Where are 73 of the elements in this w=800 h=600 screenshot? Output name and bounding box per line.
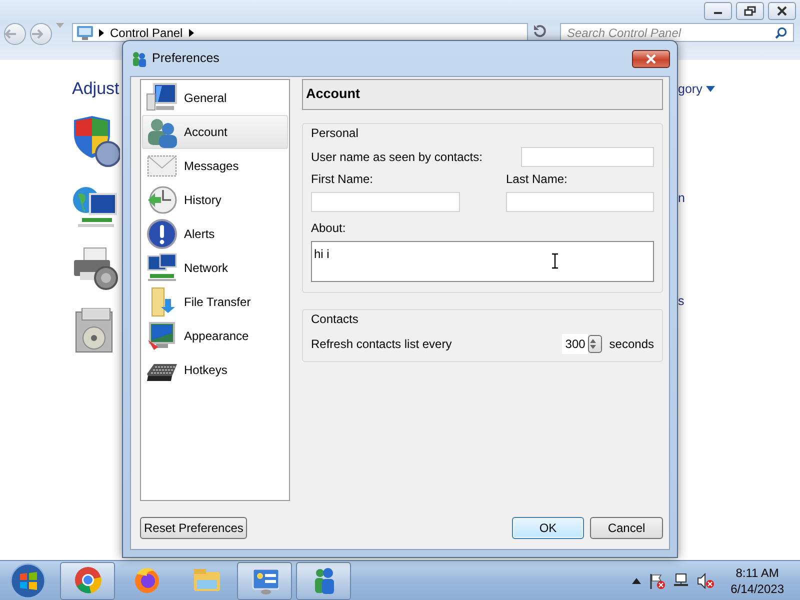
chevron-up-icon — [632, 578, 641, 584]
number-field[interactable]: 300 — [562, 334, 588, 354]
forward-button[interactable] — [30, 23, 52, 45]
up-down-arrows-icon — [589, 338, 598, 350]
clock-date: 6/14/2023 — [730, 580, 784, 596]
forward-arrow-icon — [31, 29, 43, 39]
field-label: About: — [311, 220, 347, 237]
unit-label: seconds — [609, 336, 654, 353]
text-field[interactable] — [311, 192, 460, 212]
shield-icon — [72, 116, 120, 168]
field-label: First Name: — [311, 171, 374, 188]
dropdown-arrow-icon — [56, 23, 64, 29]
link-text[interactable]: n — [678, 188, 716, 208]
text-field[interactable] — [521, 147, 654, 167]
search-icon — [775, 26, 787, 38]
taskbar-app-button[interactable] — [237, 562, 292, 600]
field-label: User name as seen by contacts: — [311, 149, 482, 166]
category-item[interactable]: Appearance — [142, 319, 288, 353]
close-icon — [777, 6, 787, 16]
breadcrumb-arrow-icon — [188, 28, 194, 36]
back-arrow-icon — [5, 29, 17, 39]
people-icon — [132, 50, 146, 66]
field-label: Refresh contacts list every — [311, 336, 453, 353]
close-icon — [646, 54, 656, 64]
view-by-link[interactable]: gory — [678, 80, 702, 99]
taskbar-app-button[interactable] — [60, 562, 115, 600]
control-panel-icon — [77, 26, 93, 40]
close-button[interactable] — [768, 2, 796, 20]
network-icon — [672, 572, 689, 588]
browser-icon — [74, 566, 102, 596]
category-item[interactable]: Account — [142, 115, 288, 149]
cancel-button[interactable]: Cancel — [590, 517, 663, 539]
close-button[interactable] — [632, 50, 670, 68]
alert-icon — [146, 218, 178, 250]
monitor-icon — [146, 320, 178, 352]
restore-icon — [744, 6, 756, 16]
network-icon — [146, 252, 178, 284]
ok-button[interactable]: OK — [512, 517, 584, 539]
reset-button[interactable]: Reset Preferences — [140, 517, 248, 539]
field-label: Last Name: — [506, 171, 568, 188]
window-title: Preferences — [152, 50, 220, 68]
category-item[interactable]: Hotkeys — [142, 353, 288, 387]
text-area[interactable]: hi i — [311, 241, 654, 282]
minimize-button[interactable] — [704, 2, 732, 20]
refresh-icon — [532, 23, 548, 39]
control-panel-icon — [250, 566, 278, 596]
text-cursor-icon — [551, 253, 559, 269]
page-heading: Account — [302, 79, 663, 110]
category-item[interactable]: File Transfer — [142, 285, 288, 319]
link-text[interactable]: s — [678, 292, 716, 310]
page-heading: Adjust — [72, 78, 120, 100]
dropdown-arrow-icon — [706, 86, 716, 92]
clock-time: 8:11 AM — [734, 564, 780, 580]
taskbar-app-button[interactable] — [296, 562, 351, 600]
category-item[interactable]: Messages — [142, 149, 288, 183]
windows-logo-icon — [10, 562, 46, 598]
text-field[interactable] — [506, 192, 654, 212]
clock-icon — [146, 184, 178, 216]
browser-icon — [132, 566, 160, 596]
restore-button[interactable] — [736, 2, 764, 20]
flag-icon — [648, 572, 665, 588]
printer-icon — [72, 246, 120, 292]
category-item[interactable]: Alerts — [142, 217, 288, 251]
people-icon — [146, 116, 178, 148]
category-item[interactable]: Network — [142, 251, 288, 285]
address-path[interactable]: Control Panel — [110, 24, 183, 42]
category-item[interactable]: History — [142, 183, 288, 217]
speaker-muted-icon — [696, 572, 715, 588]
back-button[interactable] — [4, 23, 26, 45]
search-field[interactable]: Search Control Panel — [560, 23, 794, 42]
spin-button[interactable] — [588, 335, 602, 353]
category-item[interactable]: General — [142, 81, 288, 115]
breadcrumb-arrow-icon — [99, 28, 104, 36]
